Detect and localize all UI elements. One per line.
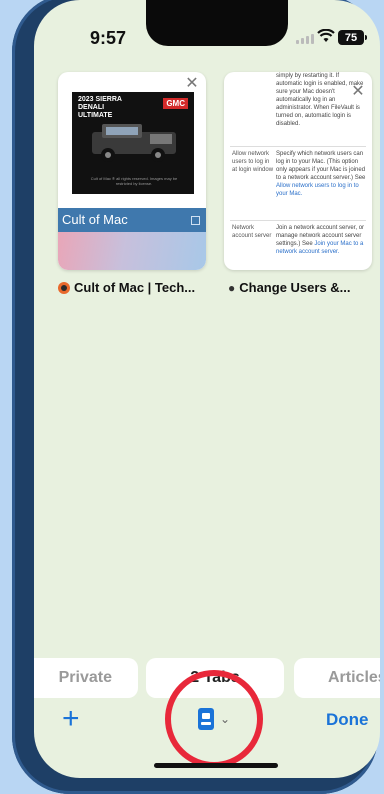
ad-title: 2023 SIERRA DENALI ULTIMATE — [78, 96, 122, 119]
doc-row2-body: Join a network account server, or manage… — [276, 224, 366, 256]
tab-title-text: Cult of Mac | Tech... — [74, 280, 196, 295]
battery-icon: 75 — [338, 30, 367, 45]
highlight-circle — [165, 670, 263, 768]
doc-row1-link: Allow network users to log in to your Ma… — [276, 183, 359, 197]
doc-preview: simply by restarting it. If automatic lo… — [224, 72, 372, 270]
ad-image: 2023 SIERRA DENALI ULTIMATE GMC Cult of … — [72, 92, 194, 194]
truck-image — [92, 124, 176, 162]
divider — [230, 220, 366, 221]
banner-gradient — [58, 232, 206, 270]
doc-row1-body: Specify which network users can log in t… — [276, 150, 366, 198]
ad-fine-print: Cult of Mac ® all rights reserved. Image… — [90, 176, 178, 186]
doc-row1-label: Allow network users to log in at login w… — [232, 151, 274, 173]
cult-of-mac-icon — [58, 281, 70, 294]
screen: 9:57 75 ✕ 2023 SIERRA DENALI ULTIMATE GM… — [34, 0, 380, 778]
tab-card-cult-of-mac[interactable]: ✕ 2023 SIERRA DENALI ULTIMATE GMC Cult o… — [58, 72, 206, 270]
new-tab-plus-icon[interactable]: + — [62, 704, 80, 734]
ad-brand-logo: GMC — [163, 98, 188, 109]
done-button[interactable]: Done — [326, 710, 369, 730]
close-icon[interactable]: ✕ — [350, 84, 366, 100]
tab-card-change-users[interactable]: simply by restarting it. If automatic lo… — [224, 72, 372, 270]
divider — [230, 146, 366, 147]
doc-row2-label: Network account server — [232, 225, 272, 239]
status-time: 9:57 — [90, 28, 127, 48]
home-indicator[interactable] — [154, 763, 278, 768]
wifi-icon — [317, 29, 335, 42]
site-header-text: Cult of Mac — [62, 212, 128, 227]
doc-intro-text: simply by restarting it. If automatic lo… — [276, 73, 364, 127]
site-header-bar: Cult of Mac — [58, 208, 206, 232]
tab-group-articles[interactable]: Articles — [294, 658, 380, 698]
apple-icon: ● — [228, 280, 236, 295]
tab-title-change-users[interactable]: ● Change Users &... — [228, 280, 351, 295]
tab-group-private[interactable]: Private — [34, 658, 138, 698]
tab-title-text: Change Users &... — [239, 280, 351, 295]
phone-frame: 9:57 75 ✕ 2023 SIERRA DENALI ULTIMATE GM… — [12, 0, 380, 794]
dynamic-island — [146, 0, 288, 46]
close-icon[interactable]: ✕ — [184, 76, 200, 92]
tab-title-cult-of-mac[interactable]: Cult of Mac | Tech... — [58, 280, 195, 295]
menu-icon — [191, 216, 200, 225]
signal-icon — [296, 34, 314, 44]
doc-row1-text: Specify which network users can log in t… — [276, 151, 366, 181]
